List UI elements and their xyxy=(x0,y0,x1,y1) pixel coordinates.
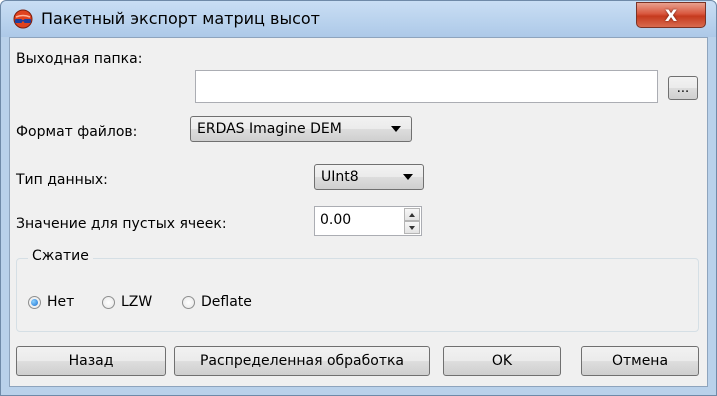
title-bar[interactable]: Пакетный экспорт матриц высот X xyxy=(1,1,716,37)
close-button[interactable]: X xyxy=(636,2,706,28)
spin-buttons xyxy=(404,208,420,234)
app-globe-icon xyxy=(13,9,33,29)
radio-lzw[interactable]: LZW xyxy=(102,294,152,310)
radio-none[interactable]: Нет xyxy=(28,294,74,310)
compression-title: Сжатие xyxy=(28,248,93,264)
empty-cells-value: 0.00 xyxy=(320,212,352,228)
distributed-processing-label: Распределенная обработка xyxy=(199,353,405,369)
cancel-button[interactable]: Отмена xyxy=(581,346,699,376)
empty-cells-label: Значение для пустых ячеек: xyxy=(16,216,227,232)
data-type-label: Тип данных: xyxy=(16,172,108,188)
empty-cells-spinbox[interactable]: 0.00 xyxy=(314,206,422,236)
arrow-down-icon xyxy=(409,225,415,230)
spin-up-button[interactable] xyxy=(404,208,420,221)
close-icon: X xyxy=(664,5,678,25)
window-title: Пакетный экспорт матриц высот xyxy=(41,9,320,28)
file-format-value: ERDAS Imagine DEM xyxy=(197,121,342,137)
spin-down-button[interactable] xyxy=(404,221,420,234)
browse-button[interactable]: ... xyxy=(668,76,698,100)
chevron-down-icon xyxy=(391,126,401,132)
radio-lzw-label: LZW xyxy=(121,294,153,310)
dialog-window: Пакетный экспорт матриц высот X Выходная… xyxy=(0,0,717,396)
ok-button-label: OK xyxy=(491,353,513,369)
output-folder-input[interactable] xyxy=(195,70,658,103)
browse-button-label: ... xyxy=(676,80,690,96)
back-button[interactable]: Назад xyxy=(16,346,166,376)
dialog-body: Выходная папка: ... Формат файлов: ERDAS… xyxy=(9,37,708,387)
ok-button[interactable]: OK xyxy=(443,346,561,376)
chevron-down-icon xyxy=(403,174,413,180)
radio-deflate-label: Deflate xyxy=(201,294,252,310)
data-type-select[interactable]: UInt8 xyxy=(314,164,424,190)
distributed-processing-button[interactable]: Распределенная обработка xyxy=(174,346,430,376)
cancel-button-label: Отмена xyxy=(611,353,669,369)
back-button-label: Назад xyxy=(68,353,114,369)
radio-selected-icon xyxy=(28,295,41,309)
arrow-up-icon xyxy=(409,212,415,217)
output-folder-label: Выходная папка: xyxy=(16,51,143,67)
data-type-value: UInt8 xyxy=(321,169,359,185)
radio-unselected-icon xyxy=(102,295,115,309)
radio-none-label: Нет xyxy=(47,294,75,310)
file-format-select[interactable]: ERDAS Imagine DEM xyxy=(190,116,412,142)
file-format-label: Формат файлов: xyxy=(16,124,138,140)
radio-deflate[interactable]: Deflate xyxy=(182,294,252,310)
radio-unselected-icon xyxy=(182,295,195,309)
